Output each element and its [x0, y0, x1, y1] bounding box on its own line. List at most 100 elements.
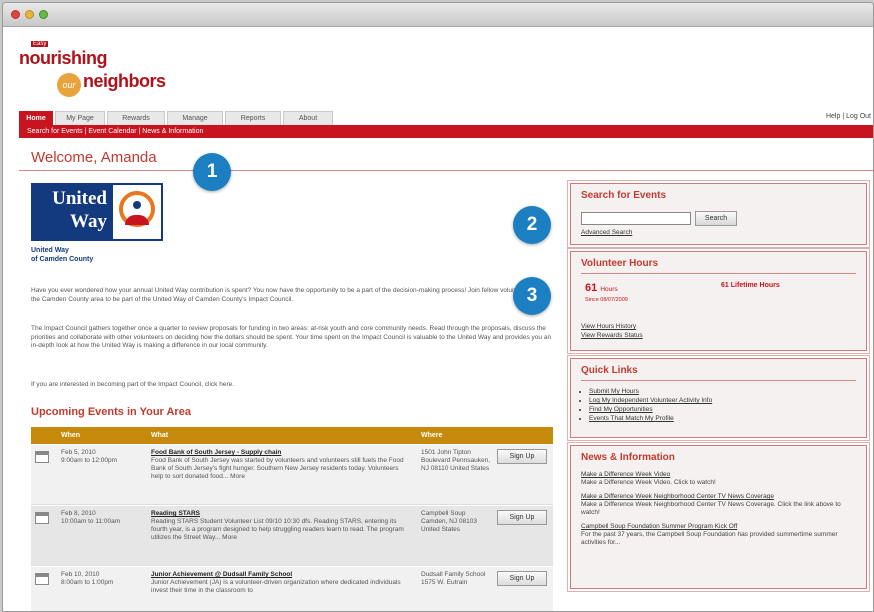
united-way-logo: United Way	[31, 183, 163, 241]
event-location: Dudsall Family School 1575 W. Eutrain	[421, 571, 486, 586]
event-date-time: 8:00am to 1:00pm	[61, 579, 114, 586]
quick-link-submit-hours[interactable]: Submit My Hours	[589, 387, 856, 396]
click-here-paragraph[interactable]: If you are interested in becoming part o…	[31, 381, 553, 390]
callout-badge-3: 3	[513, 277, 551, 315]
event-desc-text: Junior Achievement (JA) is a volunteer-d…	[151, 579, 401, 594]
intro-paragraph: Have you ever wondered how your annual U…	[31, 287, 545, 303]
window-titlebar	[3, 3, 873, 27]
current-hours-unit: Hours	[600, 286, 618, 293]
news-list: Make a Difference Week Video Make a Diff…	[571, 467, 866, 547]
news-item-link[interactable]: Campbell Soup Foundation Summer Program …	[581, 523, 856, 531]
callout-badge-2: 2	[513, 206, 551, 244]
sub-nav[interactable]: Search for Events | Event Calendar | New…	[19, 125, 873, 138]
tab-reports[interactable]: Reports	[225, 111, 281, 125]
event-name-link[interactable]: Reading STARS	[151, 510, 411, 518]
lifetime-hours: 61 Lifetime Hours	[721, 282, 780, 289]
news-item-link[interactable]: Make a Difference Week Neighborhood Cent…	[581, 493, 856, 501]
impact-council-paragraph: The Impact Council gathers together once…	[31, 325, 552, 349]
tab-rewards[interactable]: Rewards	[107, 111, 165, 125]
event-name-link[interactable]: Junior Achievement @ Dudsall Family Scho…	[151, 571, 411, 579]
united-way-caption-line1: United Way	[31, 247, 69, 254]
event-date-day: Feb 10, 2010	[61, 571, 100, 578]
news-item-link[interactable]: Make a Difference Week Video	[581, 471, 856, 479]
volunteer-hours-title: Volunteer Hours	[581, 258, 659, 269]
tab-manage[interactable]: Manage	[167, 111, 223, 125]
news-item-text: For the past 37 years, the Campbell Soup…	[581, 531, 838, 546]
news-item: Campbell Soup Foundation Summer Program …	[581, 523, 856, 547]
event-row: Feb 8, 2010 10:00am to 11:00am Reading S…	[31, 506, 553, 566]
united-way-caption: United Way of Camden County	[31, 246, 93, 264]
event-row: Feb 5, 2010 9:00am to 12:00pm Food Bank …	[31, 445, 553, 505]
quick-links-list: Submit My Hours Log My Independent Volun…	[571, 381, 866, 423]
current-hours-value: 61	[585, 282, 598, 294]
logo-our-circle: our	[57, 73, 81, 97]
search-events-title: Search for Events	[581, 190, 667, 201]
sign-up-button[interactable]: Sign Up	[497, 510, 547, 525]
view-rewards-status-link[interactable]: View Rewards Status	[581, 331, 643, 340]
main-nav: Home My Page Rewards Manage Reports Abou…	[19, 111, 873, 125]
news-item: Make a Difference Week Neighborhood Cent…	[581, 493, 856, 517]
browser-window: Easy nourishing our neighbors Home My Pa…	[2, 2, 874, 612]
event-date: Feb 8, 2010 10:00am to 11:00am	[61, 510, 141, 526]
news-item: Make a Difference Week Video Make a Diff…	[581, 471, 856, 487]
help-logout-links[interactable]: Help | Log Out	[826, 113, 871, 120]
col-when: When	[61, 432, 81, 439]
quick-link-find-opportunities[interactable]: Find My Opportunities	[589, 405, 856, 414]
tab-my-page[interactable]: My Page	[55, 111, 105, 125]
zoom-window-button[interactable]	[39, 10, 48, 19]
logo-line1: nourishing	[19, 48, 108, 68]
event-desc-text: Reading STARS Student Volunteer List 09/…	[151, 518, 404, 541]
welcome-heading: Welcome, Amanda	[31, 149, 157, 166]
united-way-logo-text: United Way	[52, 188, 107, 232]
close-window-button[interactable]	[11, 10, 20, 19]
united-way-hand-icon	[113, 185, 161, 239]
search-input[interactable]	[581, 212, 691, 225]
sign-up-button[interactable]: Sign Up	[497, 449, 547, 464]
calendar-icon	[35, 451, 49, 463]
hours-links: View Hours History View Rewards Status	[581, 322, 643, 340]
welcome-divider	[19, 170, 873, 171]
hours-divider	[581, 273, 856, 274]
event-date-time: 9:00am to 12:00pm	[61, 457, 118, 464]
event-location: 1501 John Tipton Boulevard Pennsauken, N…	[421, 449, 491, 472]
tab-about[interactable]: About	[283, 111, 333, 125]
quick-links-title: Quick Links	[581, 365, 638, 376]
advanced-search-link[interactable]: Advanced Search	[581, 229, 632, 236]
event-desc-text: Food Bank of South Jersey was started by…	[151, 457, 404, 480]
upcoming-events-title: Upcoming Events in Your Area	[31, 406, 191, 418]
search-events-panel: Search for Events Search Advanced Search	[570, 183, 867, 245]
col-where: Where	[421, 432, 443, 439]
event-date: Feb 5, 2010 9:00am to 12:00pm	[61, 449, 141, 465]
tab-home[interactable]: Home	[19, 111, 53, 125]
event-row: Feb 10, 2010 8:00am to 1:00pm Junior Ach…	[31, 567, 553, 611]
logo-line2: neighbors	[83, 71, 166, 91]
event-date: Feb 10, 2010 8:00am to 1:00pm	[61, 571, 141, 587]
current-hours: 61 Hours	[585, 282, 618, 294]
event-description: Junior Achievement @ Dudsall Family Scho…	[151, 571, 411, 595]
event-date-time: 10:00am to 11:00am	[61, 518, 121, 525]
event-location: Campbell Soup Camden, NJ 08103 United St…	[421, 510, 478, 533]
current-hours-since: Since 08/07/2009	[585, 297, 628, 303]
nourishing-neighbors-logo[interactable]: Easy nourishing our neighbors	[19, 41, 169, 97]
event-date-day: Feb 5, 2010	[61, 449, 96, 456]
news-title: News & Information	[581, 452, 675, 463]
united-way-caption-line2: of Camden County	[31, 256, 94, 263]
event-date-day: Feb 8, 2010	[61, 510, 96, 517]
calendar-icon	[35, 573, 49, 585]
callout-badge-1: 1	[193, 153, 231, 191]
volunteer-hours-panel: Volunteer Hours 61 Hours Since 08/07/200…	[570, 251, 867, 351]
calendar-icon	[35, 512, 49, 524]
news-item-text: Make a Difference Week Neighborhood Cent…	[581, 501, 841, 516]
minimize-window-button[interactable]	[25, 10, 34, 19]
event-description: Food Bank of South Jersey - Supply chain…	[151, 449, 411, 481]
quick-link-log-activity[interactable]: Log My Independent Volunteer Activity In…	[589, 396, 856, 405]
event-name-link[interactable]: Food Bank of South Jersey - Supply chain	[151, 449, 411, 457]
search-button[interactable]: Search	[695, 211, 737, 226]
news-panel: News & Information Make a Difference Wee…	[570, 445, 867, 589]
quick-links-panel: Quick Links Submit My Hours Log My Indep…	[570, 358, 867, 438]
sign-up-button[interactable]: Sign Up	[497, 571, 547, 586]
view-hours-history-link[interactable]: View Hours History	[581, 322, 643, 331]
quick-link-matching-events[interactable]: Events That Match My Profile	[589, 414, 856, 423]
events-table-header: When What Where	[31, 427, 553, 444]
col-what: What	[151, 432, 169, 439]
